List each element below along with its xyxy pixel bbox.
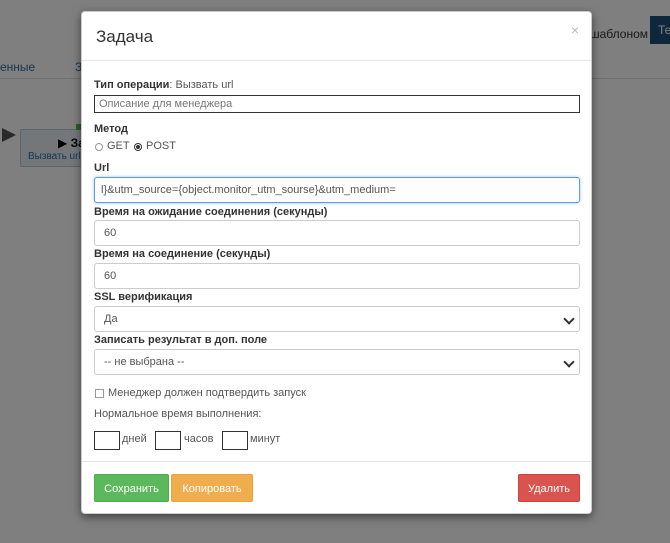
days-label: дней	[122, 433, 147, 445]
task-modal: Задача × Тип операции: Вызвать url Описа…	[81, 11, 592, 514]
close-icon[interactable]: ×	[571, 22, 579, 38]
modal-title: Задача	[96, 27, 154, 46]
copy-button[interactable]: Копировать	[171, 474, 253, 502]
method-get-label[interactable]: GET	[107, 140, 130, 152]
result-field-label: Записать результат в доп. поле	[94, 334, 268, 346]
connect-timeout-label: Время на соединение (секунды)	[94, 248, 271, 260]
url-input[interactable]: l}&utm_source={object.monitor_utm_sourse…	[94, 177, 580, 203]
wait-timeout-input[interactable]: 60	[94, 220, 580, 246]
ssl-select-value: Да	[104, 313, 118, 325]
url-label: Url	[94, 162, 110, 174]
save-button[interactable]: Сохранить	[94, 474, 169, 502]
confirm-checkbox[interactable]	[95, 389, 104, 398]
normal-time-label: Нормальное время выполнения:	[94, 408, 262, 420]
modal-footer-divider	[82, 461, 591, 462]
ssl-select[interactable]: Да	[94, 306, 580, 332]
result-field-select-value: -- не выбрана --	[104, 356, 185, 368]
method-post-label[interactable]: POST	[146, 140, 176, 152]
hours-label: часов	[184, 433, 214, 445]
wait-timeout-label: Время на ожидание соединения (секунды)	[94, 206, 328, 218]
delete-button[interactable]: Удалить	[518, 474, 580, 502]
method-get-radio[interactable]	[95, 143, 103, 151]
description-input[interactable]: Описание для менеджера	[94, 95, 580, 113]
chevron-down-icon	[563, 356, 575, 368]
ssl-label: SSL верификация	[94, 291, 193, 303]
operation-type: Тип операции: Вызвать url	[94, 75, 233, 93]
result-field-select[interactable]: -- не выбрана --	[94, 349, 580, 375]
method-post-radio[interactable]	[134, 143, 142, 151]
confirm-label[interactable]: Менеджер должен подтвердить запуск	[108, 387, 306, 399]
operation-type-value: : Вызвать url	[169, 79, 234, 91]
chevron-down-icon	[563, 313, 575, 325]
connect-timeout-input[interactable]: 60	[94, 263, 580, 289]
modal-header: Задача ×	[82, 12, 591, 61]
days-input[interactable]	[94, 431, 120, 450]
minutes-label: минут	[250, 433, 281, 445]
operation-type-label: Тип операции	[94, 79, 170, 91]
minutes-input[interactable]	[222, 431, 248, 450]
hours-input[interactable]	[155, 431, 181, 450]
method-label: Метод	[94, 123, 128, 135]
